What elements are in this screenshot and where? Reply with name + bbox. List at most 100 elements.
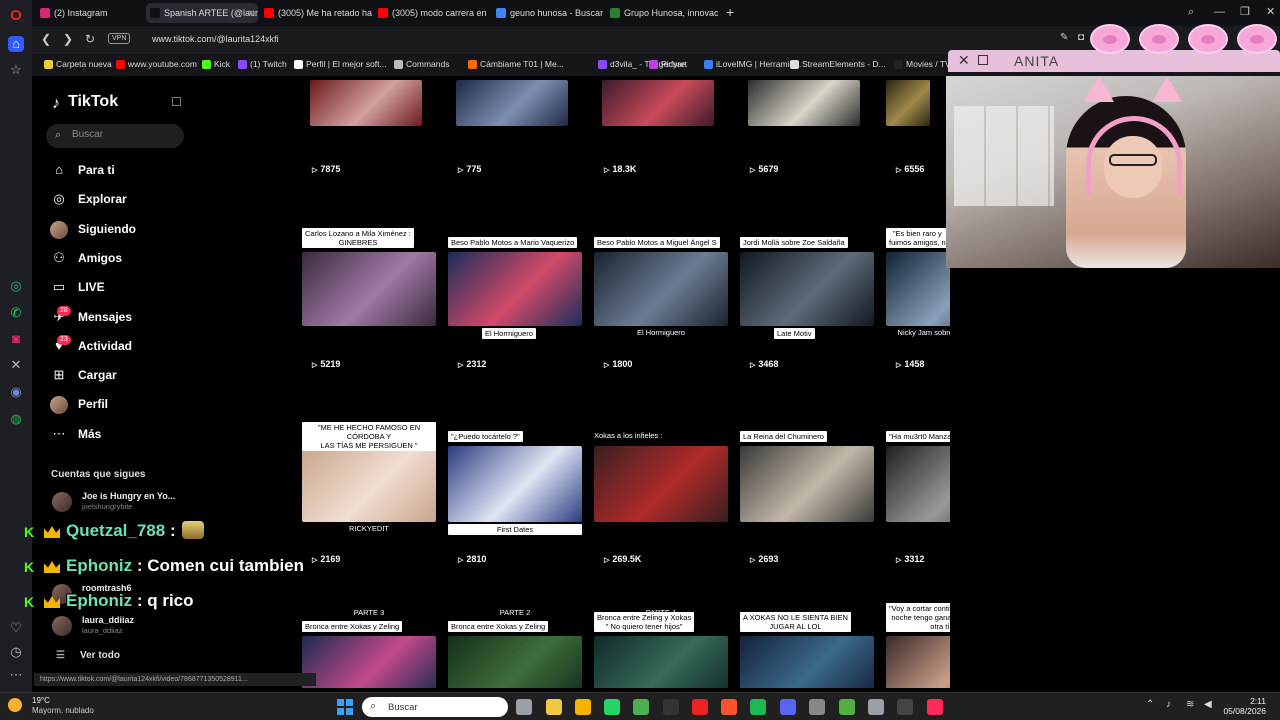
search-input[interactable]	[72, 129, 172, 140]
home-icon[interactable]: ⌂	[8, 36, 24, 52]
forward-button[interactable]: ❯	[63, 32, 73, 46]
close-window-button[interactable]: ✕	[1266, 3, 1275, 21]
video-thumbnail	[886, 252, 950, 326]
bookmark-favicon-icon	[649, 60, 658, 69]
nav-item-para-ti[interactable]: ⌂ Para ti	[50, 159, 180, 181]
reload-button[interactable]: ↻	[85, 32, 95, 46]
following-item[interactable]: laura_ddiiaz laura_ddiiaz	[52, 614, 182, 638]
nav-item-cargar[interactable]: ⊞ Cargar	[50, 364, 180, 386]
play-icon: ▷	[896, 362, 902, 369]
obs-icon[interactable]	[897, 699, 913, 715]
heart-icon[interactable]: ♡	[8, 620, 24, 636]
minimize-button[interactable]: —	[1214, 3, 1225, 21]
app-icon[interactable]	[809, 699, 825, 715]
edit-icon[interactable]: ✎	[1060, 32, 1068, 43]
tab-google[interactable]: geuno hunosa - Buscar c	[492, 3, 604, 23]
tray-chevron-icon[interactable]: ⌃	[1146, 699, 1154, 710]
video-grid: ▷ 7875 ▷ 775 ▷ 18.3K ▷ 5679 ▷ 6556 Carlos Lozano a…	[190, 76, 950, 688]
spotify-icon[interactable]: ◍	[8, 411, 24, 427]
video-caption: Xokas a los infieles :	[594, 431, 663, 440]
tab-youtube-1[interactable]: (3005) Me ha retado ha h	[260, 3, 372, 23]
bookmark-item[interactable]: Cámbiame T01 | Me...	[468, 59, 564, 69]
epic-games-icon[interactable]	[663, 699, 679, 715]
microphone-icon[interactable]: ♪	[1166, 699, 1171, 710]
nav-item-perfil[interactable]: Perfil	[50, 393, 180, 415]
nav-item-mensajes[interactable]: ✈ 28 Mensajes	[50, 305, 180, 328]
collapse-sidebar-icon[interactable]	[172, 97, 181, 106]
file-explorer-icon[interactable]	[516, 699, 532, 715]
nav-item-más[interactable]: ⋯ Más	[50, 423, 180, 445]
instagram-icon[interactable]: ◙	[8, 331, 24, 347]
spotify-icon[interactable]	[750, 699, 766, 715]
tab-favicon	[150, 8, 160, 18]
tab-instagram[interactable]: (2) Instagram	[36, 3, 144, 23]
play-icon: ▷	[896, 557, 902, 564]
new-tab-button[interactable]: +	[726, 3, 734, 21]
bookmark-item[interactable]: (1) Twitch	[238, 59, 287, 69]
pig-icon	[1237, 24, 1277, 54]
maximize-button[interactable]: ❐	[1240, 3, 1250, 21]
bookmark-item[interactable]: StreamElements - D...	[790, 59, 886, 69]
chrome-icon[interactable]	[575, 699, 591, 715]
vpn-badge[interactable]: VPN	[108, 33, 131, 44]
brave-icon[interactable]	[721, 699, 737, 715]
folder-icon[interactable]	[546, 699, 562, 715]
taskbar-search[interactable]: ⌕ Buscar	[362, 697, 508, 717]
bookmark-item[interactable]: Commands	[394, 59, 449, 69]
bookmark-item[interactable]: Movies / TV	[894, 59, 951, 69]
kick-icon: K	[24, 524, 35, 540]
wifi-icon[interactable]: ≋	[1186, 699, 1194, 710]
star-icon[interactable]: ☆	[8, 62, 24, 78]
discord-icon[interactable]	[780, 699, 796, 715]
bookmark-favicon-icon	[598, 60, 607, 69]
search-box[interactable]: ⌕	[46, 124, 184, 148]
opera-logo-icon[interactable]: O	[8, 8, 24, 24]
tiktok-logo[interactable]: ♪ TikTok	[52, 93, 118, 112]
discord-icon[interactable]: ◉	[8, 384, 24, 400]
tiktok-icon[interactable]	[927, 699, 943, 715]
close-tab-icon[interactable]: ✕	[247, 3, 255, 23]
opera-icon[interactable]	[692, 699, 708, 715]
windows-taskbar: 19°C Mayorm. nublado ⌕ Buscar ⌃ ♪ ≋ ◀ 2:…	[0, 692, 1280, 720]
following-item[interactable]: Joe is Hungry en Yo... joelshungrybite	[52, 490, 182, 514]
nav-item-siguiendo[interactable]: Siguiendo	[50, 218, 180, 240]
chatgpt-icon[interactable]: ◎	[8, 278, 24, 294]
camera-icon[interactable]: ◘	[1078, 32, 1084, 43]
xbox-icon[interactable]	[839, 699, 855, 715]
nav-item-explorar[interactable]: ◎ Explorar	[50, 188, 180, 210]
volume-icon[interactable]: ◀	[1204, 699, 1212, 710]
back-button[interactable]: ❮	[41, 32, 51, 46]
nav-item-live[interactable]: ▭ LIVE	[50, 276, 180, 298]
more-dots-icon[interactable]: ⋯	[8, 667, 24, 683]
clock[interactable]: 2:11 05/08/2026	[1222, 696, 1266, 716]
bookmark-item[interactable]: Kick	[202, 59, 230, 69]
bookmark-favicon-icon	[116, 60, 125, 69]
search-tabs-icon[interactable]: ⌕	[1188, 3, 1194, 21]
url-field[interactable]: www.tiktok.com/@laurita124xkfi	[152, 34, 279, 44]
bookmark-item[interactable]: www.youtube.com	[116, 59, 197, 69]
nav-item-actividad[interactable]: ♥ 23 Actividad	[50, 334, 180, 357]
tab-youtube-2[interactable]: (3005) modo carrera en f	[374, 3, 486, 23]
video-subcaption: El Hormiguero	[637, 328, 685, 337]
bookmark-item[interactable]: Carpeta nueva	[44, 59, 112, 69]
emote-icon	[181, 521, 204, 539]
kick-icon: K	[24, 559, 35, 575]
history-icon[interactable]: ◷	[8, 644, 24, 660]
windows-start-icon[interactable]	[337, 699, 353, 715]
video-caption: Beso Pablo Motos a Mario Vaquerizo	[448, 237, 578, 248]
view-count: ▷ 269.5K	[604, 554, 642, 564]
whatsapp-icon[interactable]	[604, 699, 620, 715]
bookmark-item[interactable]: Perfil | El mejor soft...	[294, 59, 387, 69]
minecraft-icon[interactable]	[633, 699, 649, 715]
nav-item-amigos[interactable]: ⚇ Amigos	[50, 247, 180, 269]
settings-icon[interactable]	[868, 699, 884, 715]
tab-hunosa[interactable]: Grupo Hunosa, innovació	[606, 3, 718, 23]
bookmark-item[interactable]: Picsart	[649, 59, 687, 69]
bookmark-item[interactable]: iLoveIMG | Herramie...	[704, 59, 801, 69]
see-all-button[interactable]: ☰ Ver todo	[56, 650, 120, 661]
whatsapp-icon[interactable]: ✆	[8, 305, 24, 321]
x-icon[interactable]: ✕	[8, 357, 24, 373]
tab-tiktok[interactable]: Spanish ARTEE (@laurita ✕	[146, 3, 258, 23]
home-icon: ⌂	[55, 162, 63, 177]
video-thumbnail	[310, 80, 422, 126]
